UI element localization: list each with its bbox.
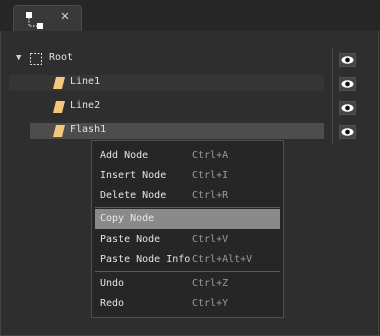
context-menu: Add Node Ctrl+A Insert Node Ctrl+I Delet… xyxy=(91,140,284,318)
menu-item-delete-node[interactable]: Delete Node Ctrl+R xyxy=(95,186,280,206)
tree-row-line1[interactable]: Line1 xyxy=(1,73,380,93)
menu-separator xyxy=(95,207,280,208)
eye-icon[interactable] xyxy=(339,125,356,139)
layer-icon xyxy=(53,125,65,137)
layer-icon xyxy=(53,77,65,89)
layer-icon xyxy=(53,101,65,113)
menu-item-paste-node-info[interactable]: Paste Node Info Ctrl+Alt+V xyxy=(95,250,280,270)
node-label: Root xyxy=(49,52,74,63)
node-label: Flash1 xyxy=(70,124,107,135)
menu-item-add-node[interactable]: Add Node Ctrl+A xyxy=(95,146,280,166)
menu-item-copy-node[interactable]: Copy Node xyxy=(95,209,280,229)
tab-bar: ✕ xyxy=(0,0,380,31)
menu-item-undo[interactable]: Undo Ctrl+Z xyxy=(95,274,280,294)
menu-item-redo[interactable]: Redo Ctrl+Y xyxy=(95,294,280,314)
node-label: Line1 xyxy=(70,76,101,87)
eye-icon[interactable] xyxy=(339,53,356,67)
menu-separator xyxy=(95,271,280,272)
empty-node-icon xyxy=(30,53,42,65)
menu-item-paste-node[interactable]: Paste Node Ctrl+V xyxy=(95,230,280,250)
tab-node-tree[interactable]: ✕ xyxy=(13,5,82,31)
node-graph-icon xyxy=(25,11,47,31)
tree-row-flash1[interactable]: Flash1 xyxy=(1,121,380,141)
eye-icon[interactable] xyxy=(339,101,356,115)
tree-row-line2[interactable]: Line2 xyxy=(1,97,380,117)
tree-row-root[interactable]: ▼ Root xyxy=(1,49,380,69)
chevron-down-icon[interactable]: ▼ xyxy=(16,53,26,63)
menu-item-insert-node[interactable]: Insert Node Ctrl+I xyxy=(95,166,280,186)
close-icon[interactable]: ✕ xyxy=(58,9,72,23)
column-divider xyxy=(332,48,333,144)
eye-icon[interactable] xyxy=(339,77,356,91)
node-label: Line2 xyxy=(70,100,101,111)
